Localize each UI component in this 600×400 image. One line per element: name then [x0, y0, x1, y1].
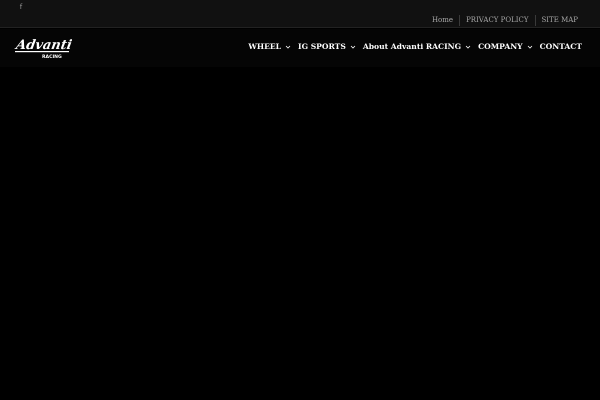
- chevron-down-icon: [350, 44, 356, 50]
- logo-mark: Advanti RACING: [13, 38, 72, 60]
- top-link-site-map[interactable]: SITE MAP: [536, 14, 585, 27]
- nav-item-label: IG SPORTS: [298, 42, 346, 51]
- nav-item-label: COMPANY: [478, 42, 523, 51]
- logo-underline: [15, 51, 69, 53]
- nav-item-label: CONTACT: [539, 42, 582, 51]
- logo-sub-text: RACING: [42, 54, 62, 60]
- chevron-down-icon: [527, 44, 533, 50]
- top-bar: f Home PRIVACY POLICY SITE MAP: [0, 0, 600, 28]
- nav-item-ig-sports[interactable]: IG SPORTS: [298, 40, 356, 54]
- advanti-racing-logo[interactable]: Advanti RACING: [12, 35, 72, 61]
- top-link-home[interactable]: Home: [426, 14, 459, 27]
- chevron-down-icon: [285, 44, 291, 50]
- nav-item-contact[interactable]: CONTACT: [540, 40, 582, 54]
- main-nav: WHEEL IG SPORTS About Advanti RACING COM…: [248, 40, 582, 54]
- nav-item-wheel[interactable]: WHEEL: [248, 40, 291, 54]
- top-links: Home PRIVACY POLICY SITE MAP: [426, 14, 584, 27]
- nav-item-label: About Advanti RACING: [362, 42, 462, 51]
- nav-item-company[interactable]: COMPANY: [478, 40, 532, 54]
- nav-item-about-advanti-racing[interactable]: About Advanti RACING: [363, 40, 471, 54]
- hero-area: [0, 67, 600, 400]
- facebook-icon[interactable]: f: [17, 2, 25, 12]
- main-header: Advanti RACING WHEEL IG SPORTS About Adv…: [0, 29, 600, 67]
- logo-brand-text: Advanti: [13, 38, 72, 53]
- top-link-privacy-policy[interactable]: PRIVACY POLICY: [460, 14, 534, 27]
- nav-item-label: WHEEL: [248, 42, 282, 51]
- chevron-down-icon: [465, 44, 471, 50]
